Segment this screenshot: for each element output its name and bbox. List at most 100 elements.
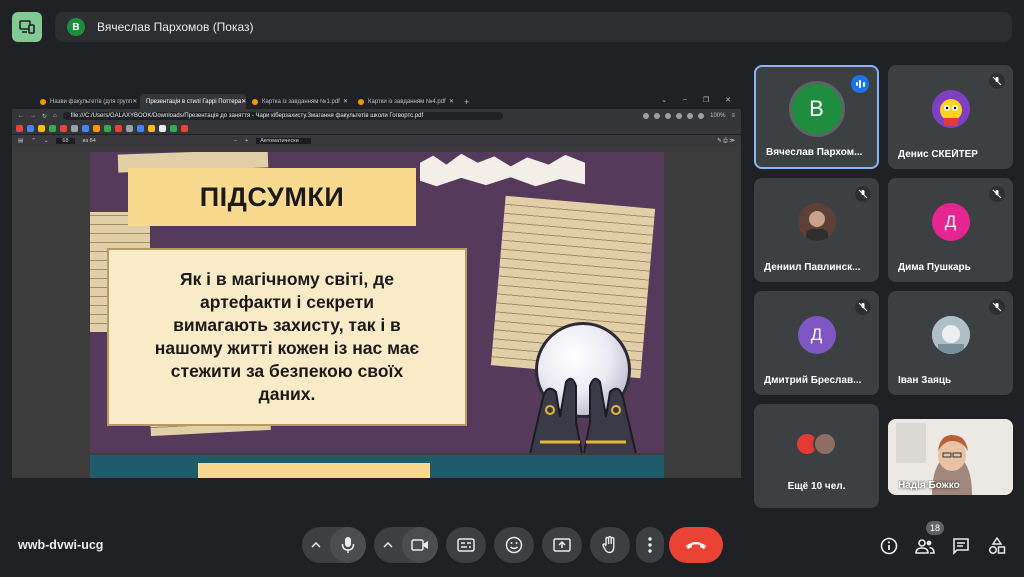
- bookmarks-bar: [12, 123, 741, 135]
- bookmark-icon[interactable]: [137, 125, 144, 132]
- bookmark-icon[interactable]: [148, 125, 155, 132]
- pdf-page-input[interactable]: 68: [56, 138, 75, 144]
- extension-icon[interactable]: [698, 113, 705, 119]
- leave-call-button[interactable]: [669, 527, 723, 563]
- extension-icon[interactable]: [643, 113, 650, 119]
- sidebar-toggle-icon[interactable]: ▤: [18, 138, 23, 144]
- avatar: Д: [931, 202, 970, 241]
- present-mode-icon[interactable]: [12, 12, 42, 42]
- mic-off-icon: [855, 186, 871, 202]
- chevron-up-icon[interactable]: [374, 527, 402, 563]
- chat-icon: [953, 538, 969, 555]
- close-icon[interactable]: ✕: [725, 96, 731, 104]
- bookmark-icon[interactable]: [181, 125, 188, 132]
- participant-name: Дениил Павлинск...: [764, 262, 861, 273]
- tab-favicon-icon: [40, 98, 46, 105]
- reactions-button[interactable]: [494, 527, 534, 563]
- browser-tab[interactable]: Картки із завданням №4.pdf ✕: [352, 94, 458, 109]
- closed-captions-icon: [457, 538, 475, 552]
- present-screen-icon: [553, 538, 571, 552]
- bookmark-icon[interactable]: [115, 125, 122, 132]
- extension-icon[interactable]: [665, 113, 672, 119]
- chevron-down-icon[interactable]: ⌄: [661, 96, 667, 104]
- cartoon-avatar-image: [931, 89, 970, 128]
- participant-tile[interactable]: В Вячеслав Пархом...: [754, 65, 879, 169]
- avatar: В: [791, 84, 842, 134]
- participant-tile[interactable]: Денис СКЕЙТЕР: [888, 65, 1013, 169]
- chevron-up-icon[interactable]: [302, 527, 330, 563]
- bookmark-icon[interactable]: [16, 125, 23, 132]
- pdf-viewport: ПІДСУМКИ Як і в магічному світі, де арте…: [12, 147, 741, 478]
- browser-tab[interactable]: Картка із завданням №1.pdf ✕: [246, 94, 352, 109]
- close-icon[interactable]: ✕: [132, 98, 137, 105]
- close-icon[interactable]: ✕: [449, 98, 454, 105]
- more-options-button[interactable]: [636, 527, 664, 563]
- zoom-in-icon[interactable]: +: [245, 138, 248, 144]
- pdf-zoom-select[interactable]: Автоматически: [256, 138, 311, 144]
- minimize-icon[interactable]: –: [683, 96, 687, 104]
- url-field[interactable]: file:///C:/Users/GALAXYBOOK/Downloads/Пр…: [62, 112, 503, 120]
- bookmark-icon[interactable]: [71, 125, 78, 132]
- browser-tab[interactable]: Назви факультетів (для групп ✕: [34, 94, 140, 109]
- more-participants-tile[interactable]: Ещё 10 чел.: [754, 404, 879, 508]
- microphone-icon: [341, 537, 355, 553]
- bookmark-icon[interactable]: [104, 125, 111, 132]
- bookmark-icon[interactable]: [60, 125, 67, 132]
- meeting-details-button[interactable]: [877, 534, 901, 558]
- activities-button[interactable]: [985, 534, 1009, 558]
- bookmark-icon[interactable]: [170, 125, 177, 132]
- present-screen-button[interactable]: [542, 527, 582, 563]
- restore-icon[interactable]: ❐: [703, 96, 709, 104]
- bookmark-icon[interactable]: [126, 125, 133, 132]
- bookmark-icon[interactable]: [82, 125, 89, 132]
- chat-button[interactable]: [949, 534, 973, 558]
- presenter-label: Вячеслав Пархомов (Показ): [97, 20, 254, 34]
- address-bar-row: ← → ↻ ⌂ file:///C:/Users/GALAXYBOOK/Down…: [12, 109, 741, 123]
- pdf-page-total: из 84: [82, 138, 96, 144]
- microphone-button[interactable]: [330, 527, 366, 563]
- people-button[interactable]: [913, 534, 937, 558]
- new-tab-icon[interactable]: +: [464, 97, 469, 107]
- home-icon[interactable]: ⌂: [53, 113, 57, 119]
- chevron-up-icon[interactable]: ⌃: [31, 138, 36, 144]
- participant-tile[interactable]: Дениил Павлинск...: [754, 178, 879, 282]
- camera-button[interactable]: [402, 527, 438, 563]
- avatar: [813, 432, 837, 456]
- close-icon[interactable]: ✕: [343, 98, 348, 105]
- more-participants-label: Ещё 10 чел.: [787, 481, 846, 492]
- participant-video-tile[interactable]: Надія Божко: [888, 419, 1013, 495]
- pdf-tools-icon[interactable]: ✎ ⎙ ≫: [717, 138, 735, 145]
- more-vert-icon: [648, 537, 652, 553]
- bookmark-icon[interactable]: [93, 125, 100, 132]
- captions-button[interactable]: [446, 527, 486, 563]
- phone-hangup-icon: [686, 542, 706, 549]
- zoom-out-icon[interactable]: −: [234, 138, 237, 144]
- participant-name: Денис СКЕЙТЕР: [898, 149, 978, 160]
- forward-icon[interactable]: →: [30, 113, 36, 119]
- avatar: Д: [797, 315, 836, 354]
- participant-tile[interactable]: Іван Заяць: [888, 291, 1013, 395]
- browser-tab-active[interactable]: Презентація в стилі Гаррі Поттера ✕: [140, 94, 246, 109]
- participant-avatars-stack: [795, 432, 837, 456]
- people-count-badge: 18: [926, 521, 945, 535]
- bookmark-icon[interactable]: [38, 125, 45, 132]
- back-icon[interactable]: ←: [18, 113, 24, 119]
- video-camera-icon: [411, 539, 428, 551]
- raise-hand-button[interactable]: [590, 527, 630, 563]
- extension-icon[interactable]: [654, 113, 661, 119]
- mic-off-icon: [989, 73, 1005, 89]
- bookmark-icon[interactable]: [27, 125, 34, 132]
- participant-tile[interactable]: Д Дмитрий Бреслав...: [754, 291, 879, 395]
- presenter-bar: В Вячеслав Пархомов (Показ): [55, 12, 1012, 42]
- participant-tile[interactable]: Д Дима Пушкарь: [888, 178, 1013, 282]
- bookmark-icon[interactable]: [159, 125, 166, 132]
- bookmark-icon[interactable]: [49, 125, 56, 132]
- extension-icon[interactable]: [676, 113, 683, 119]
- reload-icon[interactable]: ↻: [42, 113, 47, 120]
- hands-illustration: [529, 377, 637, 453]
- window-controls: ⌄ – ❐ ✕: [661, 96, 741, 104]
- menu-icon[interactable]: ≡: [731, 113, 735, 119]
- chevron-down-icon[interactable]: ⌄: [44, 138, 49, 144]
- extension-icons: [643, 113, 705, 119]
- extension-icon[interactable]: [687, 113, 694, 119]
